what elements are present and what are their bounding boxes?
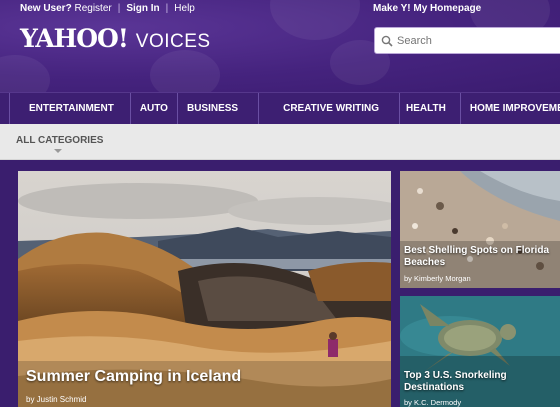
category-nav: ENTERTAINMENT AUTO BUSINESS CREATIVE WRI… [0, 92, 560, 125]
yahoo-voices-logo[interactable]: YAHOO! VOICES [20, 24, 211, 53]
side-article-2-byline: by K.C. Dermody [404, 398, 462, 407]
make-homepage-link[interactable]: Make Y! My Homepage [373, 3, 481, 14]
side-article-2[interactable]: Top 3 U.S. Snorkeling Destinations by K.… [400, 296, 560, 407]
category-home-improvement[interactable]: HOME IMPROVEMENT [459, 92, 560, 125]
shells-image [400, 171, 560, 288]
yahoo-wordmark: YAHOO! [20, 24, 129, 53]
side-article-2-title[interactable]: Top 3 U.S. Snorkeling Destinations [404, 370, 560, 394]
voices-wordmark: VOICES [135, 31, 211, 52]
all-categories-bar: ALL CATEGORIES [0, 124, 560, 160]
category-health[interactable]: HEALTH [399, 92, 460, 125]
side-article-1-byline: by Kimberly Morgan [404, 274, 471, 283]
hero-byline: by Justin Schmid [26, 395, 87, 404]
category-auto[interactable]: AUTO [129, 92, 177, 125]
category-creative-writing[interactable]: CREATIVE WRITING [258, 92, 399, 125]
search-icon [381, 35, 393, 47]
all-categories-toggle[interactable]: ALL CATEGORIES [16, 135, 103, 146]
chevron-down-icon [54, 149, 62, 153]
site-header: New User? Register | Sign In | Help Make… [0, 0, 560, 92]
register-link[interactable]: Register [74, 3, 111, 14]
search-box[interactable] [374, 27, 560, 54]
featured-content: Summer Camping in Iceland by Justin Schm… [0, 160, 560, 407]
help-link[interactable]: Help [174, 3, 195, 14]
side-article-1[interactable]: Best Shelling Spots on Florida Beaches b… [400, 171, 560, 288]
new-user-label: New User? [20, 3, 72, 14]
sign-in-link[interactable]: Sign In [126, 3, 159, 14]
hero-article[interactable]: Summer Camping in Iceland by Justin Schm… [18, 171, 391, 407]
category-business[interactable]: BUSINESS [176, 92, 258, 125]
search-input[interactable] [397, 34, 557, 47]
hero-title[interactable]: Summer Camping in Iceland [26, 368, 241, 386]
top-nav: New User? Register | Sign In | Help [20, 3, 195, 14]
category-entertainment[interactable]: ENTERTAINMENT [9, 92, 130, 125]
side-article-1-title[interactable]: Best Shelling Spots on Florida Beaches [404, 245, 560, 269]
